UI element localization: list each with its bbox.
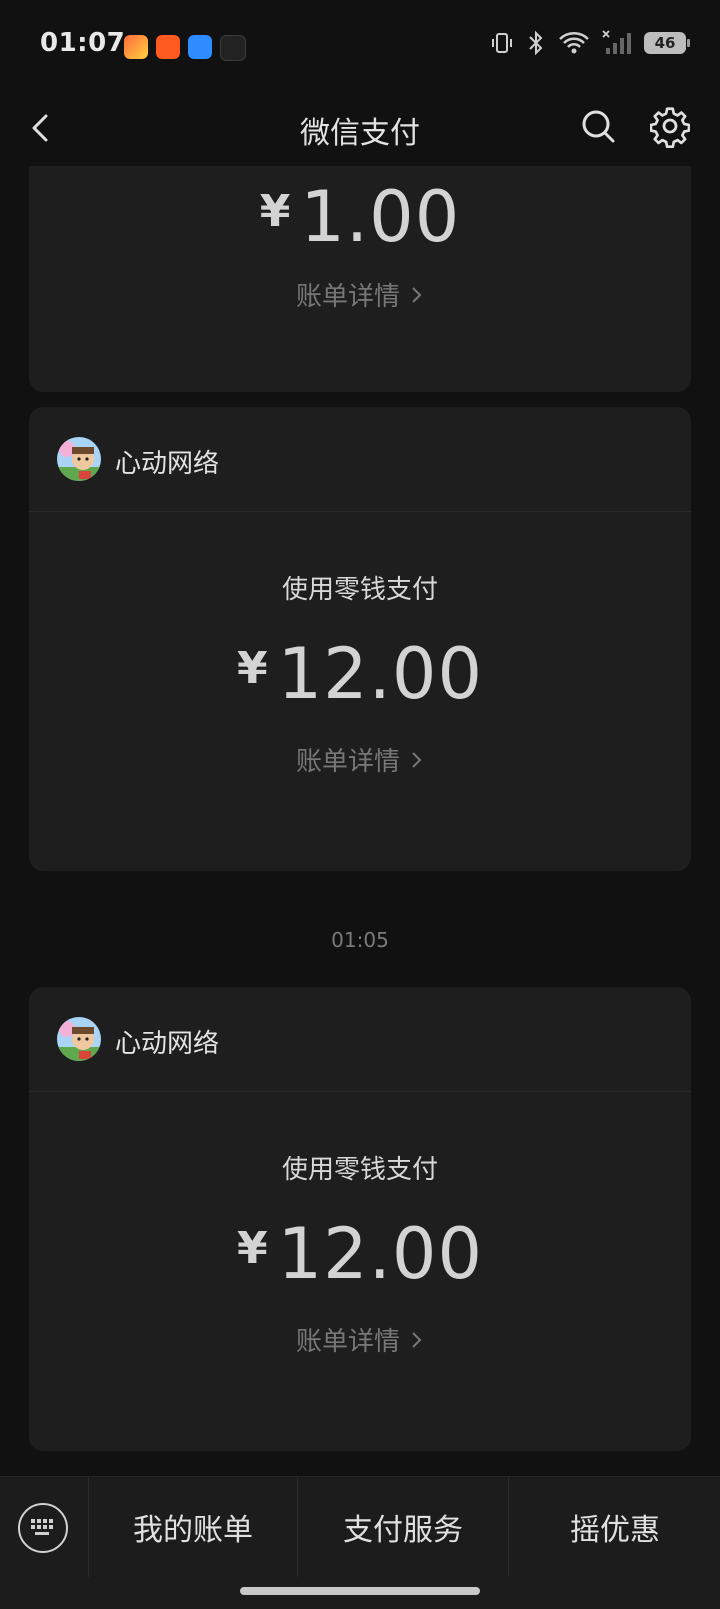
chevron-right-icon	[410, 283, 424, 313]
bill-detail-label: 账单详情	[295, 282, 400, 312]
payment-amount: ¥12.00	[29, 1213, 691, 1295]
payment-amount: ¥1.00	[29, 176, 691, 258]
bill-detail-link[interactable]: 账单详情	[29, 1321, 691, 1358]
merchant-avatar	[57, 1017, 101, 1061]
amount-value: 12.00	[277, 1213, 484, 1295]
app-notification-icon	[220, 35, 246, 61]
cellular-signal-icon	[602, 30, 631, 54]
currency-symbol: ¥	[259, 186, 291, 237]
chevron-right-icon	[410, 1328, 424, 1358]
search-icon	[582, 110, 615, 143]
battery-level: 46	[654, 34, 676, 52]
payment-method: 使用零钱支付	[281, 575, 438, 605]
app-notification-icon	[124, 35, 148, 59]
chevron-right-icon	[410, 748, 424, 778]
merchant-avatar	[57, 437, 101, 481]
vibrate-icon	[492, 33, 512, 53]
nav-bar: 微信支付	[0, 92, 720, 166]
gear-icon	[649, 107, 691, 149]
menu-my-bills[interactable]: 我的账单	[88, 1477, 297, 1577]
menu-shake-offers[interactable]: 摇优惠	[508, 1477, 720, 1577]
amount-value: 1.00	[300, 176, 461, 258]
merchant-row[interactable]: 心动网络	[29, 987, 691, 1092]
payment-card: 心动网络 使用零钱支付 ¥12.00 账单详情	[29, 407, 691, 871]
settings-button[interactable]	[649, 104, 691, 149]
amount-value: 12.00	[277, 633, 484, 715]
bill-detail-link[interactable]: 账单详情	[29, 276, 691, 313]
bluetooth-icon	[529, 30, 543, 56]
payment-card: ¥1.00 账单详情	[29, 166, 691, 392]
home-indicator[interactable]	[240, 1587, 480, 1595]
merchant-name: 心动网络	[115, 1029, 220, 1059]
keyboard-icon	[31, 1519, 53, 1535]
payment-method: 使用零钱支付	[281, 1155, 438, 1185]
wifi-icon	[559, 32, 589, 54]
keyboard-toggle-button[interactable]	[18, 1503, 68, 1553]
status-time: 01:07	[40, 28, 126, 58]
currency-symbol: ¥	[236, 1223, 268, 1274]
bill-detail-label: 账单详情	[295, 1327, 400, 1357]
payment-amount: ¥12.00	[29, 633, 691, 715]
merchant-name: 心动网络	[115, 449, 220, 479]
app-notification-icon	[188, 35, 212, 59]
message-timestamp: 01:05	[331, 928, 389, 952]
payment-card: 心动网络 使用零钱支付 ¥12.00 账单详情	[29, 987, 691, 1451]
notification-icons	[124, 35, 246, 61]
status-indicators: 46	[490, 30, 690, 56]
app-notification-icon	[156, 35, 180, 59]
status-bar: 01:07 46	[0, 0, 720, 92]
bill-detail-link[interactable]: 账单详情	[29, 741, 691, 778]
search-button[interactable]	[578, 104, 618, 148]
menu-payment-services[interactable]: 支付服务	[297, 1477, 508, 1577]
battery-icon: 46	[644, 32, 690, 54]
currency-symbol: ¥	[236, 643, 268, 694]
bottom-menu-bar: 我的账单 支付服务 摇优惠	[0, 1476, 720, 1609]
merchant-row[interactable]: 心动网络	[29, 407, 691, 512]
bill-detail-label: 账单详情	[295, 747, 400, 777]
